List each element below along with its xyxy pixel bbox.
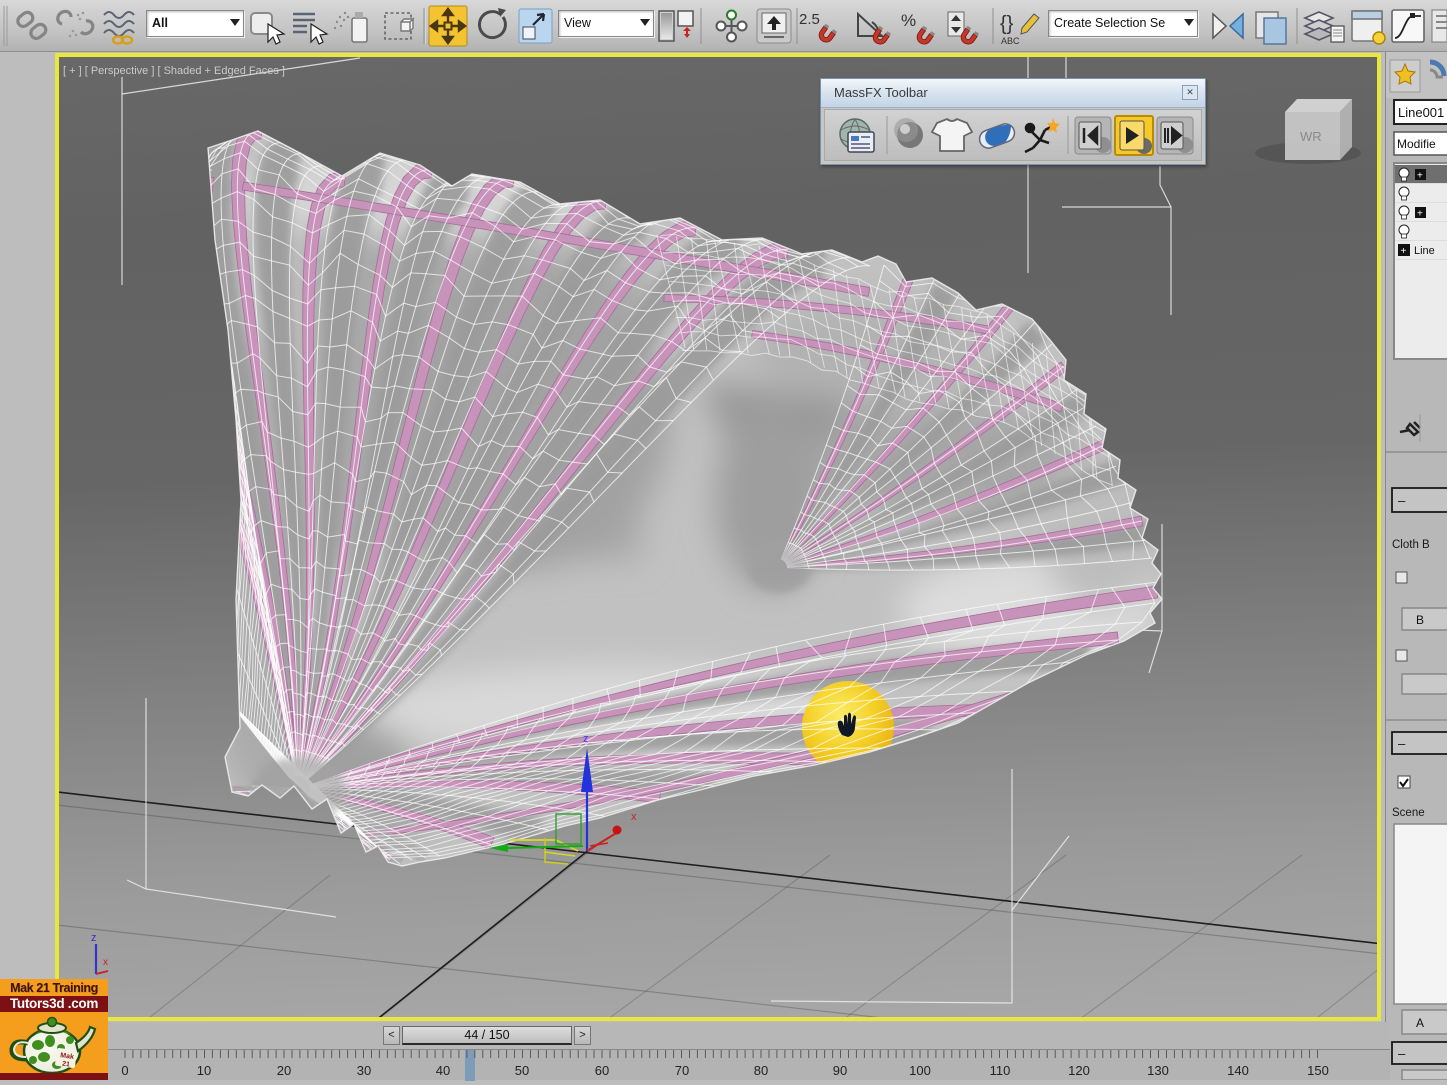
svg-text:Scene: Scene bbox=[1392, 807, 1425, 819]
svg-text:Modifie: Modifie bbox=[1397, 137, 1436, 151]
svg-text:%: % bbox=[901, 11, 916, 30]
svg-text:+: + bbox=[1417, 209, 1423, 220]
svg-text:Cloth B: Cloth B bbox=[1392, 539, 1430, 551]
svg-text:A: A bbox=[1416, 1016, 1424, 1030]
svg-text:–: – bbox=[1398, 493, 1406, 508]
svg-text:2.5: 2.5 bbox=[799, 11, 820, 28]
svg-text:21: 21 bbox=[62, 1061, 71, 1069]
svg-text:z: z bbox=[583, 733, 589, 745]
svg-text:ABC: ABC bbox=[1001, 36, 1020, 46]
svg-text:x: x bbox=[103, 957, 108, 968]
svg-text:Line001: Line001 bbox=[1398, 105, 1444, 120]
svg-text:–: – bbox=[1398, 736, 1406, 751]
svg-text:+: + bbox=[1417, 171, 1423, 182]
svg-text:z: z bbox=[91, 932, 97, 944]
svg-text:B: B bbox=[1416, 613, 1424, 627]
svg-text:–: – bbox=[1398, 1046, 1406, 1061]
svg-text:WR: WR bbox=[1300, 129, 1322, 144]
svg-text:Line: Line bbox=[1414, 245, 1435, 257]
svg-text:+: + bbox=[1401, 246, 1407, 257]
svg-text:{}: {} bbox=[1000, 13, 1014, 35]
svg-text:x: x bbox=[631, 811, 637, 823]
